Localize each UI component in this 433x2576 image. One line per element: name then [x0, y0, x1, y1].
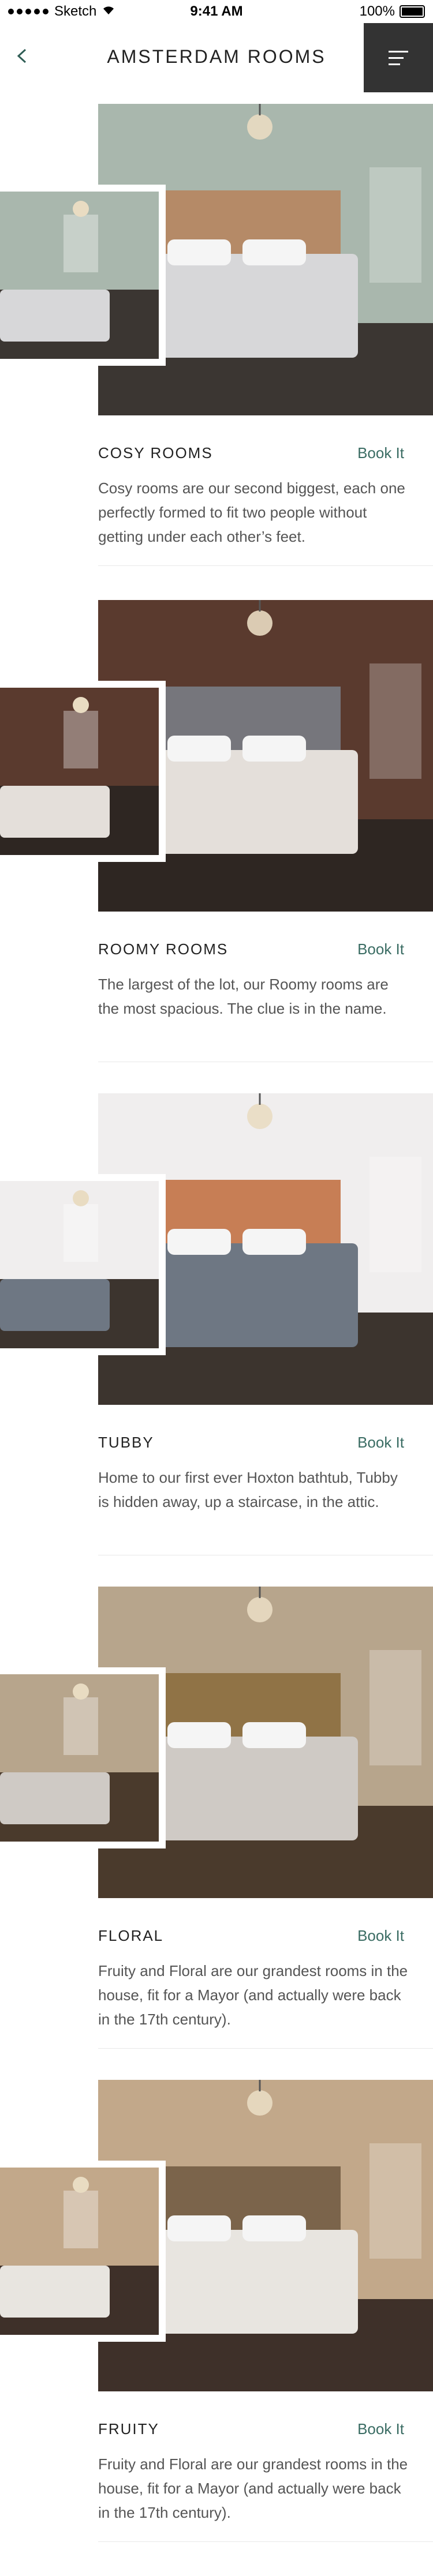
- book-it-link[interactable]: Book It: [357, 940, 404, 958]
- room-thumbnail[interactable]: [0, 1667, 166, 1848]
- room-thumbnail[interactable]: [0, 2161, 166, 2342]
- room-name: TUBBY: [98, 1434, 154, 1451]
- room-name: COSY ROOMS: [98, 444, 213, 462]
- room-thumbnail[interactable]: [0, 681, 166, 862]
- room-description: Fruity and Floral are our grandest rooms…: [98, 2455, 408, 2521]
- room-card: COSY ROOMS Book It Cosy rooms are our seco…: [0, 104, 433, 600]
- book-it-link[interactable]: Book It: [357, 1927, 404, 1945]
- room-thumbnail[interactable]: [0, 185, 166, 366]
- app-header: AMSTERDAM ROOMS: [0, 23, 433, 92]
- room-description: Fruity and Floral are our grandest rooms…: [98, 1962, 408, 2028]
- section-divider: [98, 2048, 433, 2049]
- menu-button[interactable]: [364, 23, 433, 92]
- room-description: Cosy rooms are our second biggest, each …: [98, 479, 405, 545]
- section-divider: [98, 2541, 433, 2542]
- room-description: The largest of the lot, our Roomy rooms …: [98, 976, 389, 1017]
- room-card: FLORAL Book It Fruity and Floral are our g…: [0, 1587, 433, 2083]
- hamburger-icon: [389, 50, 408, 65]
- status-bar: Sketch 9:41 AM 100%: [0, 0, 433, 23]
- book-it-link[interactable]: Book It: [357, 1434, 404, 1452]
- book-it-link[interactable]: Book It: [357, 444, 404, 462]
- book-it-link[interactable]: Book It: [357, 2420, 404, 2438]
- battery-icon: [400, 5, 425, 18]
- room-name: FRUITY: [98, 2420, 159, 2438]
- room-name: ROOMY ROOMS: [98, 940, 229, 958]
- room-description: Home to our first ever Hoxton bathtub, T…: [98, 1469, 398, 1510]
- room-name: FLORAL: [98, 1927, 164, 1944]
- room-card: TUBBY Book It Home to our first ever Hoxto…: [0, 1093, 433, 1589]
- status-time: 9:41 AM: [190, 3, 243, 19]
- room-card: FRUITY Book It Fruity and Floral are our g…: [0, 2080, 433, 2576]
- room-thumbnail[interactable]: [0, 1174, 166, 1355]
- room-card: ROOMY ROOMS Book It The largest of the lot…: [0, 600, 433, 1096]
- section-divider: [98, 565, 433, 566]
